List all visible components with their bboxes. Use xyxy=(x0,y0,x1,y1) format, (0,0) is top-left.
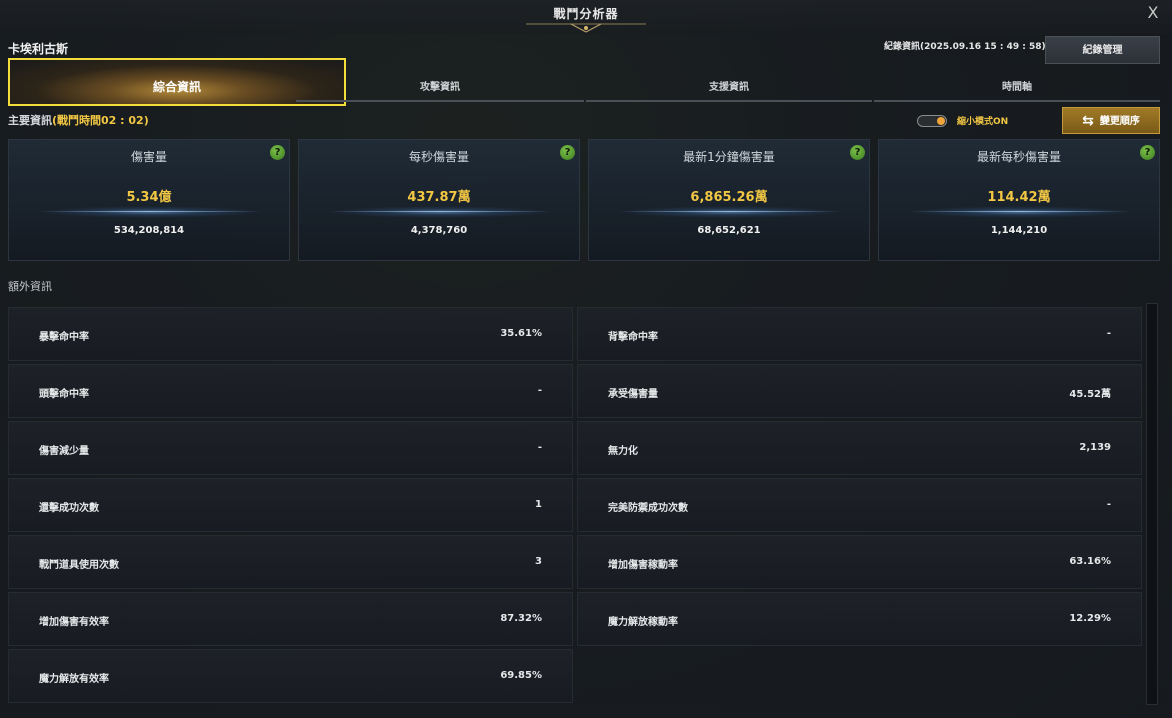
stat-card-latest-dps: 最新每秒傷害量 ? 114.42萬 1,144,210 xyxy=(878,139,1160,261)
list-item: 增加傷害有效率 87.32% xyxy=(8,592,573,646)
row-value: 12.29% xyxy=(1069,613,1111,624)
stat-card-glow xyxy=(619,206,841,218)
close-icon: X xyxy=(1147,3,1159,22)
list-item: 還擊成功次數 1 xyxy=(8,478,573,532)
row-value: 35.61% xyxy=(500,328,542,339)
stat-card-title: 每秒傷害量 xyxy=(408,150,469,164)
stat-card-value: 6,865.26萬 xyxy=(690,190,768,205)
stat-card-damage: 傷害量 ? 5.34億 534,208,814 xyxy=(8,139,290,261)
list-item: 魔力解放有效率 69.85% xyxy=(8,649,573,703)
extra-info-heading: 額外資訊 xyxy=(8,280,52,293)
list-item: 無力化 2,139 xyxy=(577,421,1142,475)
list-item: 增加傷害稼動率 63.16% xyxy=(577,535,1142,589)
row-label: 頭擊命中率 xyxy=(39,389,89,400)
title-bar: 戰鬥分析器 X xyxy=(0,0,1172,34)
row-value: 3 xyxy=(535,556,542,567)
row-value: 2,139 xyxy=(1079,442,1111,453)
row-value: - xyxy=(1106,328,1111,339)
row-value: - xyxy=(537,442,542,453)
battle-analyzer-window: 戰鬥分析器 X 卡埃利古斯 紀錄資訊(2025.09.16 15 : 49 : … xyxy=(0,0,1172,718)
row-label: 還擊成功次數 xyxy=(39,503,99,514)
list-item: 魔力解放稼動率 12.29% xyxy=(577,592,1142,646)
help-icon[interactable]: ? xyxy=(850,145,865,160)
stat-card-exact-value: 4,378,760 xyxy=(410,225,468,236)
stat-card-glow xyxy=(329,206,551,218)
toggle-switch[interactable] xyxy=(917,115,947,127)
row-label: 暴擊命中率 xyxy=(39,332,89,343)
help-icon[interactable]: ? xyxy=(560,145,575,160)
list-item: 背擊命中率 - xyxy=(577,307,1142,361)
stat-card-value: 437.87萬 xyxy=(407,190,471,205)
row-value: - xyxy=(1106,499,1111,510)
stat-card-title: 最新1分鐘傷害量 xyxy=(683,150,775,164)
title-ornament-icon xyxy=(526,23,646,33)
list-item: 承受傷害量 45.52萬 xyxy=(577,364,1142,418)
main-info-heading: 主要資訊(戰鬥時間02 : 02) xyxy=(8,112,149,128)
row-label: 承受傷害量 xyxy=(608,389,658,400)
stat-card-value: 114.42萬 xyxy=(987,190,1051,205)
main-info-label: 主要資訊 xyxy=(8,114,52,127)
row-value: 45.52萬 xyxy=(1069,389,1111,400)
row-value: 69.85% xyxy=(500,670,542,681)
row-label: 無力化 xyxy=(608,446,638,457)
list-item: 戰鬥道具使用次數 3 xyxy=(8,535,573,589)
stat-card-glow xyxy=(909,206,1131,218)
row-label: 傷害減少量 xyxy=(39,446,89,457)
tab-attack[interactable]: 攻擊資訊 xyxy=(296,74,584,102)
stat-cards: 傷害量 ? 5.34億 534,208,814 每秒傷害量 ? 437.87萬 … xyxy=(8,139,1160,261)
row-label: 魔力解放稼動率 xyxy=(608,617,678,628)
change-order-button[interactable]: ⇆ 變更順序 xyxy=(1062,107,1160,134)
row-value: 63.16% xyxy=(1069,556,1111,567)
tab-bar: 綜合資訊 攻擊資訊 支援資訊 時間軸 xyxy=(8,58,1160,106)
list-item: 頭擊命中率 - xyxy=(8,364,573,418)
stat-card-last-minute-damage: 最新1分鐘傷害量 ? 6,865.26萬 68,652,621 xyxy=(588,139,870,261)
stat-card-exact-value: 534,208,814 xyxy=(113,225,185,236)
stat-card-glow xyxy=(39,206,261,218)
list-item: 暴擊命中率 35.61% xyxy=(8,307,573,361)
extra-info-scrollbar[interactable] xyxy=(1146,303,1158,705)
row-label: 增加傷害有效率 xyxy=(39,617,109,628)
tab-timeline[interactable]: 時間軸 xyxy=(874,74,1160,102)
row-label: 完美防禦成功次數 xyxy=(608,503,688,514)
close-button[interactable]: X xyxy=(1144,4,1162,22)
help-icon[interactable]: ? xyxy=(270,145,285,160)
compact-mode-label: 縮小模式ON xyxy=(957,117,1009,127)
record-info: 紀錄資訊(2025.09.16 15 : 49 : 58) xyxy=(884,42,1046,52)
help-icon[interactable]: ? xyxy=(1140,145,1155,160)
change-order-label: 變更順序 xyxy=(1099,116,1140,127)
tab-support[interactable]: 支援資訊 xyxy=(586,74,872,102)
row-label: 戰鬥道具使用次數 xyxy=(39,560,119,571)
swap-icon: ⇆ xyxy=(1082,113,1094,129)
stat-card-dps: 每秒傷害量 ? 437.87萬 4,378,760 xyxy=(298,139,580,261)
character-name: 卡埃利古斯 xyxy=(8,42,69,56)
stat-card-exact-value: 1,144,210 xyxy=(990,225,1048,236)
list-item: 傷害減少量 - xyxy=(8,421,573,475)
row-label: 增加傷害稼動率 xyxy=(608,560,678,571)
row-value: 1 xyxy=(535,499,542,510)
row-label: 背擊命中率 xyxy=(608,332,658,343)
extra-info-list: 暴擊命中率 35.61% 頭擊命中率 - 傷害減少量 - 還擊成功次數 1 戰鬥… xyxy=(8,307,1144,705)
stat-card-title: 傷害量 xyxy=(130,150,167,164)
stat-card-value: 5.34億 xyxy=(126,190,172,205)
row-value: - xyxy=(537,385,542,396)
list-item: 完美防禦成功次數 - xyxy=(577,478,1142,532)
row-label: 魔力解放有效率 xyxy=(39,674,109,685)
row-value: 87.32% xyxy=(500,613,542,624)
stat-card-exact-value: 68,652,621 xyxy=(697,225,761,236)
battle-time: (戰鬥時間02 : 02) xyxy=(52,114,149,127)
toggle-knob xyxy=(937,117,945,125)
stat-card-title: 最新每秒傷害量 xyxy=(976,150,1061,164)
